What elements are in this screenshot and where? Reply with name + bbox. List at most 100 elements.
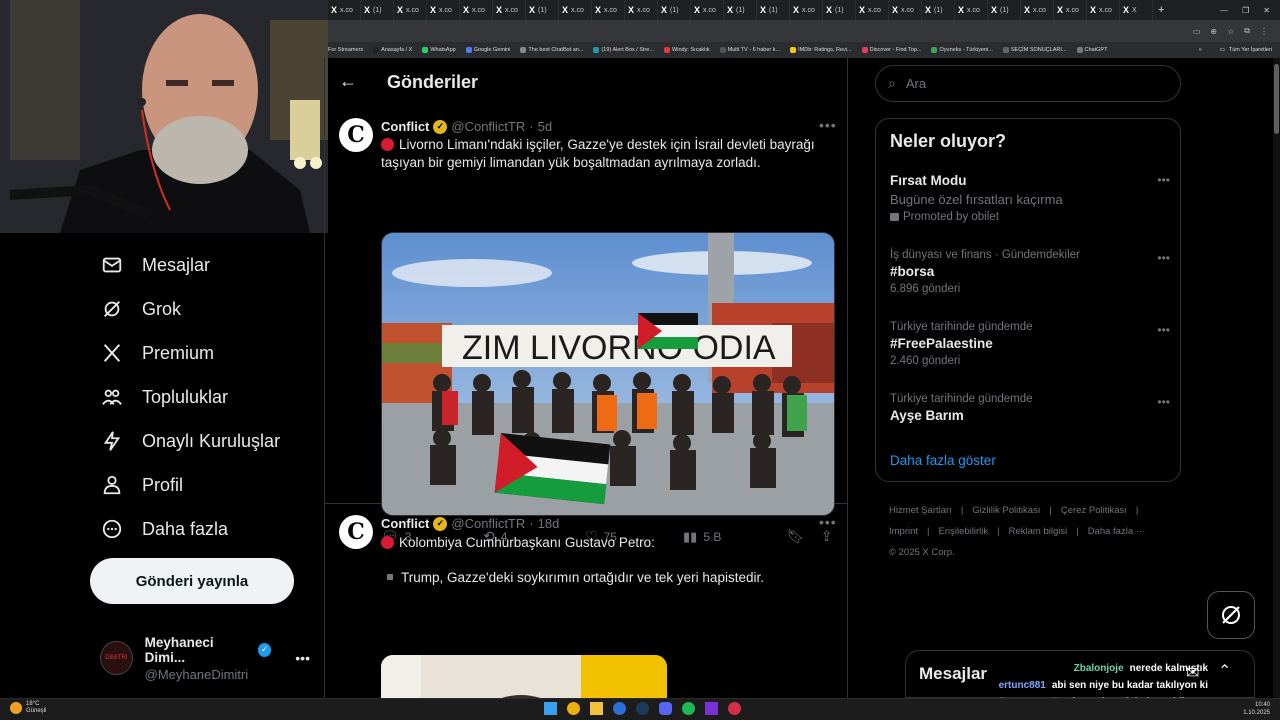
browser-tab[interactable]: X (1) <box>823 0 856 20</box>
chrome-icon[interactable] <box>567 702 580 715</box>
restore-icon[interactable]: ❐ <box>1242 6 1249 15</box>
zoom-icon[interactable]: ⊕ <box>1210 27 1217 36</box>
tweet-more-icon[interactable]: ••• <box>819 514 837 530</box>
nav-item-premium[interactable]: Premium <box>100 338 214 368</box>
footer-link[interactable]: Daha fazla ··· <box>1088 521 1146 542</box>
bookmark-star-icon[interactable]: ☆ <box>1227 27 1234 36</box>
bookmark-item[interactable]: SEÇİM SONUÇLARI... <box>1002 47 1067 53</box>
browser-tab[interactable]: X (1) <box>988 0 1021 20</box>
trend-item[interactable]: Türkiye tarihinde gündemde #FreePalaesti… <box>890 321 1170 367</box>
tweet[interactable]: C Conflict ✓ @ConflictTR · 5d ••• Livorn… <box>325 108 847 544</box>
bookmark-item[interactable]: Multi TV - 6 haber k... <box>719 47 780 53</box>
footer-link[interactable]: Hizmet Şartları <box>889 500 952 521</box>
nav-item-mesajlar[interactable]: Mesajlar <box>100 250 210 280</box>
nav-item-topluluklar[interactable]: Topluluklar <box>100 382 228 412</box>
tweet-handle[interactable]: @ConflictTR <box>451 119 525 134</box>
weather-widget[interactable]: 18°C Güneşli <box>10 701 46 715</box>
browser-tab[interactable]: X (1) <box>724 0 757 20</box>
browser-tab[interactable]: Xx.co <box>790 0 823 20</box>
bookmark-item[interactable]: IMDb: Ratings, Revi... <box>790 47 852 53</box>
nav-item-profil[interactable]: Profil <box>100 470 183 500</box>
app-icon[interactable] <box>613 702 626 715</box>
expand-icon[interactable]: ⌃ <box>1218 661 1231 681</box>
nav-item-onayl-kurulu-lar[interactable]: Onaylı Kuruluşlar <box>100 426 280 456</box>
post-button[interactable]: Gönderi yayınla <box>90 558 294 604</box>
browser-tab[interactable]: Xx.co <box>1054 0 1087 20</box>
tweet-author-name[interactable]: Conflict <box>381 119 429 134</box>
browser-tab[interactable]: X (1) <box>658 0 691 20</box>
browser-tab[interactable]: Xx.co <box>856 0 889 20</box>
app-icon[interactable] <box>705 702 718 715</box>
extensions-icon[interactable]: ⧉ <box>1244 26 1250 36</box>
search-box[interactable]: ⌕ Ara <box>875 65 1181 102</box>
bookmark-item[interactable]: ChatGPT <box>1076 47 1107 53</box>
scrollbar-thumb[interactable] <box>1274 64 1279 134</box>
footer-link[interactable]: Imprint <box>889 521 918 542</box>
minimize-icon[interactable]: — <box>1220 6 1228 15</box>
trend-more-icon[interactable]: ••• <box>1157 323 1170 337</box>
browser-tab[interactable]: Xx.co <box>1021 0 1054 20</box>
browser-tab[interactable]: Xx.co <box>427 0 460 20</box>
tweet-handle[interactable]: @ConflictTR <box>451 516 525 531</box>
clock[interactable]: 10:40 1.10.2025 <box>1243 701 1270 717</box>
browser-tab[interactable]: X (1) <box>526 0 559 20</box>
account-more-icon[interactable]: ••• <box>295 650 310 666</box>
bookmark-item[interactable]: Anasayfa / X <box>373 47 412 53</box>
trend-item[interactable]: Türkiye tarihinde gündemde Ayşe Barım <box>890 393 1170 423</box>
trend-item[interactable]: Fırsat Modu Bugüne özel fırsatları kaçır… <box>890 173 1170 223</box>
browser-tab[interactable]: Xx.co <box>493 0 526 20</box>
browser-tab[interactable]: X (1) <box>922 0 955 20</box>
tweet-avatar[interactable]: C <box>339 118 373 152</box>
bookmark-item[interactable]: (19) Alert Box / Stre... <box>593 47 654 53</box>
grok-button[interactable] <box>1207 591 1255 639</box>
bookmarks-more[interactable]: » <box>1199 47 1202 53</box>
cast-icon[interactable]: ▭ <box>1193 27 1201 36</box>
tweet-time[interactable]: 18d <box>538 516 560 531</box>
footer-link[interactable]: Çerez Politikası <box>1061 500 1127 521</box>
file-explorer-icon[interactable] <box>590 702 603 715</box>
footer-link[interactable]: Gizlilik Politikası <box>972 500 1040 521</box>
windows-start-icon[interactable] <box>544 702 557 715</box>
bookmark-item[interactable]: Oyuneks - Türkiyeni... <box>931 47 993 53</box>
browser-tab[interactable]: XX <box>1120 0 1153 20</box>
trend-more-icon[interactable]: ••• <box>1157 251 1170 265</box>
back-arrow-icon[interactable]: ← <box>339 71 357 92</box>
footer-link[interactable]: Reklam bilgisi <box>1009 521 1068 542</box>
trend-more-icon[interactable]: ••• <box>1157 173 1170 187</box>
show-more-link[interactable]: Daha fazla göster <box>890 453 996 468</box>
browser-tab[interactable]: Xx.co <box>691 0 724 20</box>
close-window-icon[interactable]: ✕ <box>1263 6 1270 15</box>
bookmark-item[interactable]: For Streamers <box>328 47 363 53</box>
all-bookmarks[interactable]: » ▭ Tüm Yer İşaretleri <box>1199 42 1272 58</box>
bookmark-item[interactable]: Discover - Find Top... <box>861 47 921 53</box>
discord-icon[interactable] <box>659 702 672 715</box>
browser-tab[interactable]: Xx.co <box>955 0 988 20</box>
browser-tab[interactable]: Xx.co <box>394 0 427 20</box>
bookmark-item[interactable]: Google Gemini <box>465 47 510 53</box>
trend-item[interactable]: İş dünyası ve finans · Gündemdekiler #bo… <box>890 249 1170 295</box>
browser-tab[interactable]: X (1) <box>757 0 790 20</box>
browser-tab[interactable]: Xx.co <box>559 0 592 20</box>
browser-tab[interactable]: X (1) <box>361 0 394 20</box>
tweet-image[interactable] <box>381 655 667 698</box>
footer-link[interactable]: Erişilebilirlik <box>939 521 989 542</box>
browser-tab[interactable]: Xx.co <box>460 0 493 20</box>
browser-tab[interactable]: Xx.co <box>889 0 922 20</box>
account-switcher[interactable]: DIMITRI Meyhaneci Dimi... ✓ @MeyhaneDimi… <box>100 635 310 682</box>
steam-icon[interactable] <box>636 702 649 715</box>
bookmark-item[interactable]: The best ChatBot an... <box>520 47 583 53</box>
browser-tab[interactable]: Xx.co <box>592 0 625 20</box>
tweet[interactable]: C Conflict ✓ @ConflictTR · 18d ••• Kolom… <box>325 505 847 698</box>
bookmark-item[interactable]: WhatsApp <box>422 47 456 53</box>
app-icon[interactable] <box>728 702 741 715</box>
browser-tab[interactable]: Xx.co <box>625 0 658 20</box>
menu-icon[interactable]: ⋮ <box>1260 27 1268 36</box>
tweet-avatar[interactable]: C <box>339 515 373 549</box>
trend-more-icon[interactable]: ••• <box>1157 395 1170 409</box>
tweet-time[interactable]: 5d <box>538 119 552 134</box>
tweet-author-name[interactable]: Conflict <box>381 516 429 531</box>
bookmark-item[interactable]: Windy: Sıcaklık <box>664 47 710 53</box>
browser-tab[interactable]: Xx.co <box>328 0 361 20</box>
tweet-image[interactable]: ZIM LIVORNO ODIA <box>381 232 835 516</box>
browser-tab[interactable]: Xx.co <box>1087 0 1120 20</box>
